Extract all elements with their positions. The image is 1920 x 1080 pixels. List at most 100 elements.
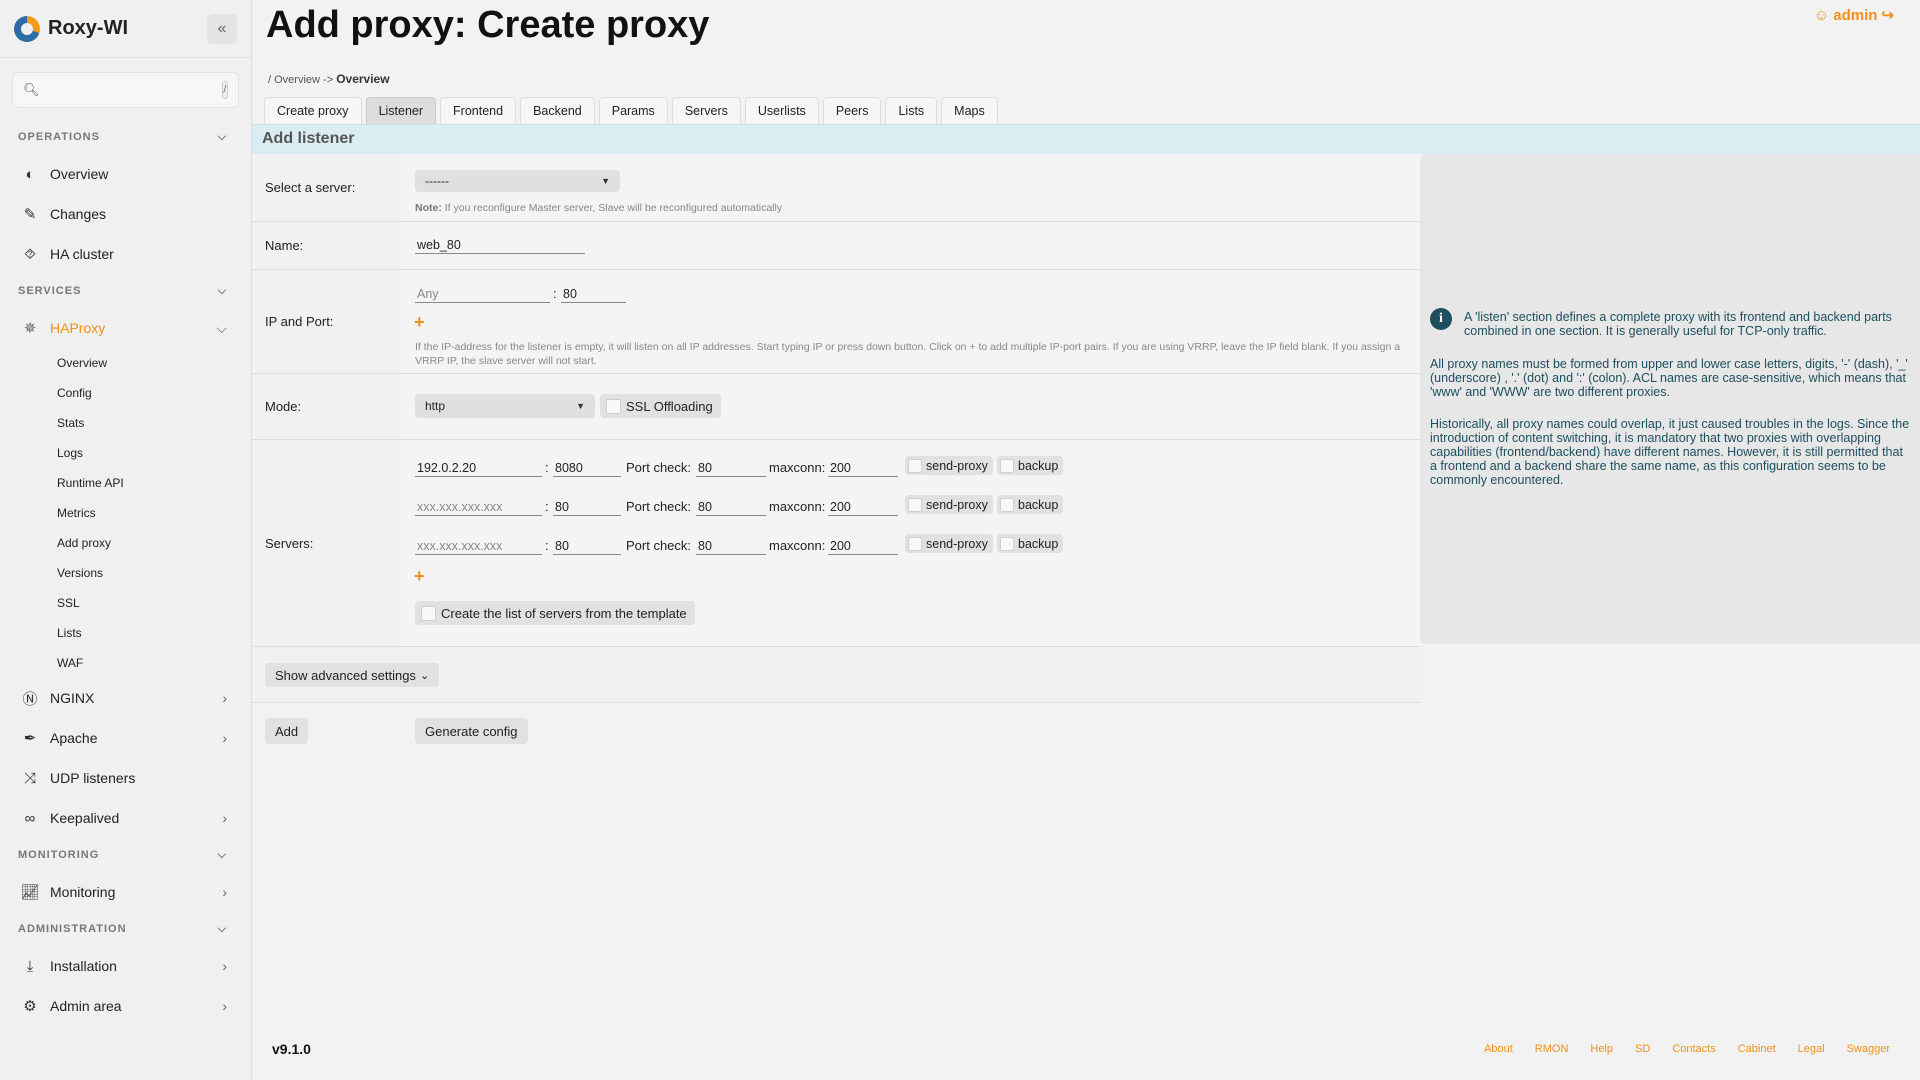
infinity-icon: ∞ [24,809,36,827]
server-2-port-check-input[interactable] [696,498,766,516]
haproxy-sub-stats[interactable]: Stats [0,408,251,438]
section-monitoring-label: MONITORING [18,849,100,861]
checkbox-box [1000,497,1014,512]
footer-link-legal[interactable]: Legal [1798,1043,1825,1055]
haproxy-sub-ssl[interactable]: SSL [0,588,251,618]
help-paragraph-2: All proxy names must be formed from uppe… [1430,357,1908,399]
name-input[interactable] [415,236,585,254]
user-menu[interactable]: ☺ admin ↪ [1814,6,1894,25]
server-3-ip-input[interactable] [415,537,542,555]
haproxy-sub-add-proxy[interactable]: Add proxy [0,528,251,558]
row-advanced: Show advanced settings ⌄ [252,647,1420,703]
server-3-send-proxy-checkbox[interactable]: send-proxy [905,534,993,553]
footer-link-help[interactable]: Help [1590,1043,1613,1055]
sidebar-item-apache[interactable]: ✒ Apache › [0,718,251,758]
nginx-icon: Ⓝ [22,690,38,708]
tab-frontend[interactable]: Frontend [440,97,517,124]
server-label: Select a server: [265,180,356,195]
logout-icon[interactable]: ↪ [1881,6,1894,24]
mode-select[interactable]: http ▼ [415,394,595,418]
sidebar-item-changes[interactable]: ✎ Changes [0,194,251,234]
help-paragraph-3: Historically, all proxy names could over… [1430,417,1910,487]
sidebar-item-monitoring[interactable]: 📈︎ Monitoring › [0,872,251,912]
sidebar-item-admin-area[interactable]: ⚙ Admin area › [0,986,251,1026]
tab-listener[interactable]: Listener [365,97,437,124]
tab-servers[interactable]: Servers [671,97,741,124]
collapse-sidebar-button[interactable]: « [207,13,237,44]
server-2-maxconn-input[interactable] [828,498,898,516]
tab-peers[interactable]: Peers [822,97,882,124]
tab-create-proxy[interactable]: Create proxy [264,97,362,124]
sidebar-item-ha-cluster[interactable]: ⯑ HA cluster [0,234,251,274]
sidebar-item-keepalived[interactable]: ∞ Keepalived › [0,798,251,838]
haproxy-sub-logs[interactable]: Logs [0,438,251,468]
sidebar-item-overview[interactable]: ◐ Overview [0,154,251,194]
server-1-port-input[interactable] [553,459,621,477]
haproxy-sub-waf[interactable]: WAF [0,648,251,678]
server-3-port-check-input[interactable] [696,537,766,555]
breadcrumb-overview-link[interactable]: Overview [274,74,320,86]
add-ip-port-plus-icon[interactable]: + [414,312,425,333]
section-operations[interactable]: OPERATIONS ⌵ [0,120,251,154]
footer-link-about[interactable]: About [1484,1043,1513,1055]
sidebar-item-nginx[interactable]: Ⓝ NGINX › [0,678,251,718]
server-2-send-proxy-checkbox[interactable]: send-proxy [905,495,993,514]
server-2-backup-checkbox[interactable]: backup [997,495,1064,514]
send-proxy-label: send-proxy [926,536,988,551]
haproxy-sub-versions[interactable]: Versions [0,558,251,588]
checkbox-box [908,458,922,473]
ip-input[interactable] [415,285,550,303]
haproxy-sub-overview[interactable]: Overview [0,348,251,378]
section-services[interactable]: SERVICES ⌵ [0,274,251,308]
add-server-plus-icon[interactable]: + [414,566,425,587]
server-1-backup-checkbox[interactable]: backup [997,456,1064,475]
haproxy-sub-metrics[interactable]: Metrics [0,498,251,528]
section-administration[interactable]: ADMINISTRATION ⌵ [0,912,251,946]
show-advanced-settings-button[interactable]: Show advanced settings ⌄ [265,663,440,687]
search-input[interactable] [45,82,222,98]
server-1-maxconn-input[interactable] [828,459,898,477]
server-3-port-input[interactable] [553,537,621,555]
chart-line-icon: 📈︎ [20,884,40,901]
server-1-ip-input[interactable] [415,459,542,477]
checkbox-box [606,398,621,414]
server-1-colon: : [545,460,549,475]
server-3-backup-checkbox[interactable]: backup [997,534,1064,553]
server-1-maxconn-label: maxconn: [769,460,826,475]
server-2-ip-input[interactable] [415,498,542,516]
sidebar-item-udp-listeners[interactable]: ⤨ UDP listeners [0,758,251,798]
app-name: Roxy-WI [48,17,128,39]
ssl-offloading-checkbox[interactable]: SSL Offloading [600,394,721,418]
tab-lists[interactable]: Lists [885,97,938,124]
footer-link-swagger[interactable]: Swagger [1847,1043,1890,1055]
port-input[interactable] [561,285,626,303]
tab-params[interactable]: Params [598,97,668,124]
footer-link-cabinet[interactable]: Cabinet [1738,1043,1776,1055]
haproxy-sub-lists[interactable]: Lists [0,618,251,648]
footer-link-sd[interactable]: SD [1635,1043,1650,1055]
sidebar-item-label: Overview [50,166,109,182]
server-select[interactable]: ------ ▼ [415,170,620,192]
footer-link-contacts[interactable]: Contacts [1672,1043,1715,1055]
server-1-port-check-input[interactable] [696,459,766,477]
sidebar-item-label: Installation [50,958,117,974]
server-1-send-proxy-checkbox[interactable]: send-proxy [905,456,993,475]
tab-maps[interactable]: Maps [941,97,998,124]
tab-userlists[interactable]: Userlists [744,97,819,124]
footer-link-rmon[interactable]: RMON [1535,1043,1569,1055]
ip-port-label: IP and Port: [265,314,334,329]
haproxy-sub-runtime-api[interactable]: Runtime API [0,468,251,498]
section-monitoring[interactable]: MONITORING ⌵ [0,838,251,872]
sidebar-item-installation[interactable]: ⤓ Installation › [0,946,251,986]
sidebar: Roxy-WI « 🔍︎ / OPERATIONS ⌵ ◐ Overview ✎… [0,0,252,1080]
servers-template-checkbox[interactable]: Create the list of servers from the temp… [415,601,695,625]
server-3-maxconn-input[interactable] [828,537,898,555]
server-2-port-input[interactable] [553,498,621,516]
tab-backend[interactable]: Backend [520,97,595,124]
section-header: Add listener [252,124,1920,154]
haproxy-sub-config[interactable]: Config [0,378,251,408]
generate-config-button[interactable]: Generate config [415,718,528,744]
brand: Roxy-WI « [0,0,251,58]
sidebar-item-haproxy[interactable]: ✵ HAProxy ⌵ [0,308,251,348]
add-button[interactable]: Add [265,718,309,744]
